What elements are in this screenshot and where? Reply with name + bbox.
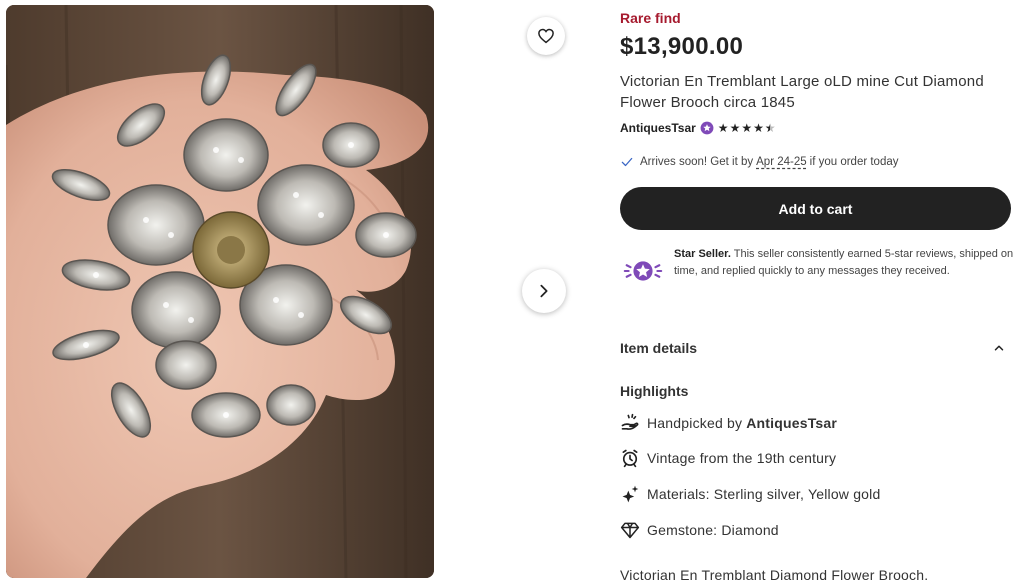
chevron-right-icon [540, 284, 548, 298]
arrival-info: Arrives soon! Get it by Apr 24-25 if you… [620, 155, 899, 169]
highlight-gemstone: Gemstone: Diamond [620, 520, 779, 540]
star-seller-title: Star Seller. [674, 248, 731, 260]
favorite-button[interactable] [527, 17, 565, 55]
rating-stars[interactable]: ★ ★ ★ ★ ★★ [718, 121, 776, 135]
hand-icon [620, 413, 640, 433]
arrival-prefix: Arrives soon! Get it by [640, 156, 754, 168]
seller-row: AntiquesTsar ★ ★ ★ ★ ★★ [620, 121, 776, 135]
item-details-toggle[interactable]: Item details [620, 340, 1006, 356]
star-seller-icon [623, 261, 663, 281]
highlights-title: Highlights [620, 383, 689, 399]
add-to-cart-button[interactable]: Add to cart [620, 187, 1011, 230]
alarm-clock-icon [620, 448, 640, 468]
price: $13,900.00 [620, 33, 744, 60]
star-seller-text: Star Seller. This seller consistently ea… [674, 246, 1016, 294]
highlight-materials: Materials: Sterling silver, Yellow gold [620, 484, 880, 504]
diamond-icon [620, 520, 640, 540]
check-icon [621, 157, 633, 167]
rare-find-label: Rare find [620, 10, 681, 26]
highlight-vintage: Vintage from the 19th century [620, 448, 836, 468]
gemstone-text: Gemstone: Diamond [647, 522, 779, 538]
chevron-up-icon [994, 345, 1004, 351]
star-icon: ★ [741, 121, 753, 135]
arrival-suffix: if you order today [809, 156, 899, 168]
star-seller-badge-icon [700, 121, 714, 135]
listing-title: Victorian En Tremblant Large oLD mine Cu… [620, 73, 984, 111]
seller-name-link[interactable]: AntiquesTsar [620, 121, 696, 135]
star-seller-info: Star Seller. This seller consistently ea… [620, 246, 1016, 294]
half-star-icon: ★★ [764, 121, 776, 135]
product-image[interactable] [6, 5, 434, 578]
star-icon: ★ [717, 121, 729, 135]
star-icon: ★ [729, 121, 741, 135]
brooch-photo [6, 5, 434, 578]
heart-icon [538, 28, 554, 44]
materials-text: Materials: Sterling silver, Yellow gold [647, 486, 881, 502]
highlight-handpicked: Handpicked by AntiquesTsar [620, 413, 837, 433]
item-details-header: Item details [620, 340, 698, 356]
star-icon: ★ [753, 121, 764, 135]
next-image-button[interactable] [522, 269, 566, 313]
sparkle-icon [620, 484, 640, 504]
vintage-text: Vintage from the 19th century [647, 450, 837, 466]
description-text: Victorian En Tremblant Diamond Flower Br… [620, 567, 929, 583]
handpicked-seller-link[interactable]: AntiquesTsar [746, 415, 837, 431]
arrival-dates[interactable]: Apr 24-25 [756, 156, 807, 168]
handpicked-prefix: Handpicked by [647, 415, 743, 431]
